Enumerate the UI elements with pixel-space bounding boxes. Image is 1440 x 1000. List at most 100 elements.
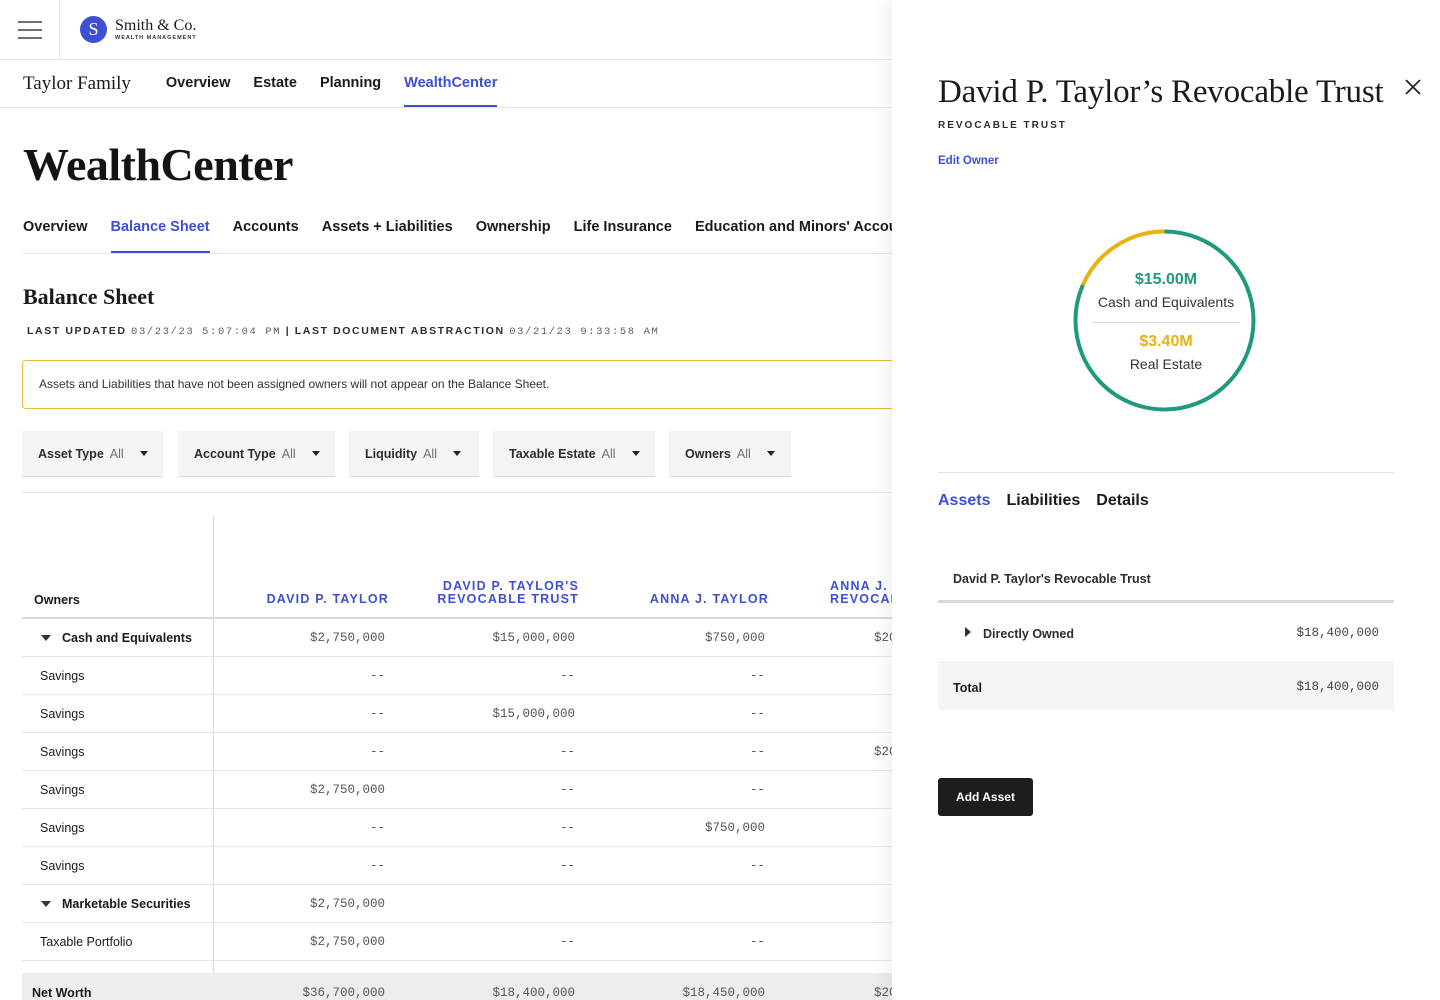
row-label: Net Worth (32, 986, 92, 1000)
category-row[interactable]: Cash and Equivalents $2,750,000 $15,000,00… (22, 619, 892, 657)
filter-label: Taxable Estate (509, 446, 596, 461)
tab-overview[interactable]: Overview (23, 202, 88, 253)
tab-accounts[interactable]: Accounts (233, 202, 299, 253)
column-header-line: REVOCABLE TRUST (437, 592, 579, 606)
row-label: Taxable Portfolio (40, 935, 133, 949)
cell-value: -- (749, 935, 765, 949)
edit-owner-link[interactable]: Edit Owner (938, 155, 999, 167)
donut-label-cash: Cash and Equivalents (1097, 294, 1235, 310)
category-row[interactable]: Marketable Securities $2,750,000 (22, 885, 892, 923)
cell-value: $18,400,000 (492, 986, 575, 1000)
filter-asset-type[interactable]: Asset Type All (22, 431, 163, 477)
filter-value: All (423, 446, 437, 461)
total-row: Total $18,400,000 (938, 664, 1394, 710)
last-updated-info: LAST UPDATED 03/23/23 5:07:04 PM | LAST … (27, 325, 659, 338)
total-value: $18,400,000 (1296, 680, 1379, 694)
filter-bar: Asset Type All Account Type All Liquidit… (22, 431, 892, 493)
balance-sheet-table: Owners DAVID P. TAYLOR DAVID P. TAYLOR'S… (22, 516, 892, 1000)
filter-owners[interactable]: Owners All (669, 431, 791, 477)
table-row: Savings -- -- -- $20 (22, 733, 892, 771)
main-app: S Smith & Co. WEALTH MANAGEMENT Taylor F… (0, 0, 892, 1000)
tab-assets-liabilities[interactable]: Assets + Liabilities (322, 202, 453, 253)
last-abstraction-value: 03/21/23 9:33:58 AM (509, 326, 660, 338)
total-label: Total (953, 681, 982, 695)
cell-value: -- (749, 707, 765, 721)
brand-logo[interactable]: S Smith & Co. WEALTH MANAGEMENT (80, 16, 197, 43)
row-label: Savings (40, 821, 85, 835)
table-row: Savings $2,750,000 -- -- (22, 771, 892, 809)
cell-value: $750,000 (704, 631, 765, 645)
cell-value: -- (749, 669, 765, 683)
table-row: Savings -- -- -- (22, 847, 892, 885)
section-title: Balance Sheet (23, 284, 155, 309)
last-updated-label: LAST UPDATED (27, 325, 127, 337)
cell-value: $18,450,000 (682, 986, 765, 1000)
separator: | (285, 325, 291, 337)
directly-owned-row[interactable]: Directly Owned $18,400,000 (938, 603, 1394, 663)
cell-value: -- (369, 859, 385, 873)
row-label: Savings (40, 859, 85, 873)
column-header-david[interactable]: DAVID P. TAYLOR (209, 593, 389, 606)
filter-label: Owners (685, 446, 731, 461)
row-label: Cash and Equivalents (62, 631, 192, 645)
tab-education-minors[interactable]: Education and Minors' Accounts (695, 202, 892, 253)
cell-value: $36,700,000 (302, 986, 385, 1000)
filter-account-type[interactable]: Account Type All (178, 431, 335, 477)
family-tab-overview[interactable]: Overview (166, 60, 231, 107)
filter-label: Liquidity (365, 446, 418, 461)
family-tab-estate[interactable]: Estate (253, 60, 297, 107)
hamburger-icon[interactable] (0, 0, 60, 60)
cell-value: $750,000 (704, 821, 765, 835)
row-label: Savings (40, 669, 85, 683)
caret-down-icon (139, 451, 148, 456)
cell-value: $15,000,000 (492, 631, 575, 645)
family-tab-wealthcenter[interactable]: WealthCenter (404, 60, 498, 107)
table-row: Savings -- -- $750,000 (22, 809, 892, 847)
triangle-down-icon[interactable] (41, 635, 51, 641)
add-asset-button[interactable]: Add Asset (938, 778, 1033, 816)
entity-header: David P. Taylor's Revocable Trust (953, 572, 1151, 586)
tab-assets[interactable]: Assets (938, 492, 990, 510)
column-header-anna-trust[interactable]: ANNA J. REVOCAB (712, 580, 892, 606)
cell-value: -- (369, 821, 385, 835)
drawer-title: David P. Taylor’s Revocable Trust (938, 74, 1384, 110)
cell-value: $2,750,000 (309, 897, 385, 911)
tab-ownership[interactable]: Ownership (476, 202, 551, 253)
filter-value: All (281, 446, 296, 461)
section-tabs: Overview Balance Sheet Accounts Assets +… (23, 202, 892, 254)
cell-value: -- (749, 859, 765, 873)
cell-value: $20 (874, 986, 892, 1000)
filter-label: Asset Type (38, 446, 104, 461)
caret-down-icon (631, 451, 640, 456)
cell-value: -- (559, 821, 575, 835)
column-header-david-trust[interactable]: DAVID P. TAYLOR'S REVOCABLE TRUST (399, 580, 579, 606)
tab-liabilities[interactable]: Liabilities (1006, 492, 1080, 510)
triangle-right-icon[interactable] (965, 627, 971, 637)
close-icon[interactable] (1402, 76, 1424, 98)
last-abstraction-label: LAST DOCUMENT ABSTRACTION (294, 325, 505, 337)
filter-liquidity[interactable]: Liquidity All (349, 431, 479, 477)
triangle-down-icon[interactable] (41, 901, 51, 907)
last-updated-value: 03/23/23 5:07:04 PM (131, 326, 282, 338)
brand-name: Smith & Co. (115, 16, 197, 34)
column-header-line: REVOCAB (830, 592, 892, 606)
table-row: Taxable Portfolio $2,750,000 -- -- (22, 923, 892, 961)
directly-owned-value: $18,400,000 (1296, 626, 1379, 640)
caret-down-icon (452, 451, 461, 456)
page-title: WealthCenter (23, 139, 293, 190)
tab-life-insurance[interactable]: Life Insurance (574, 202, 672, 253)
drawer-tabs: Assets Liabilities Details (938, 492, 1149, 510)
tab-balance-sheet[interactable]: Balance Sheet (110, 202, 210, 253)
family-nav: Taylor Family Overview Estate Planning W… (0, 60, 892, 108)
cell-value: $20 (874, 745, 892, 759)
asset-donut-chart (1073, 229, 1256, 412)
tab-details[interactable]: Details (1096, 492, 1148, 510)
owners-header: Owners (34, 593, 80, 607)
cell-value: $2,750,000 (309, 631, 385, 645)
drawer-divider (938, 472, 1394, 473)
family-tab-planning[interactable]: Planning (320, 60, 381, 107)
brand-subtitle: WEALTH MANAGEMENT (115, 34, 197, 41)
filter-value: All (601, 446, 616, 461)
filter-taxable-estate[interactable]: Taxable Estate All (493, 431, 655, 477)
cell-value: -- (369, 745, 385, 759)
